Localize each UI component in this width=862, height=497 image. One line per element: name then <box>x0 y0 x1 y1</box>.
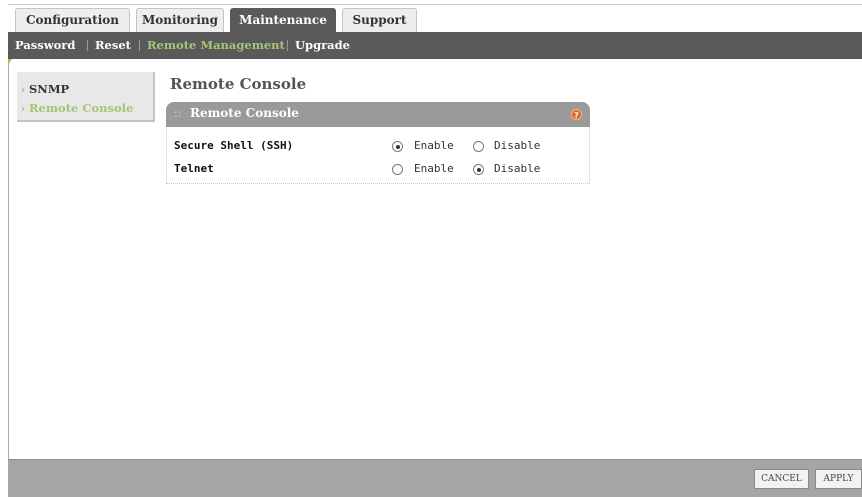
tab-monitoring[interactable]: Monitoring <box>136 8 224 32</box>
side-menu-item-snmp[interactable]: › SNMP <box>21 82 69 96</box>
sub-navigation: Password Reset Remote Management Upgrade <box>8 32 862 59</box>
chevron-right-icon: › <box>21 104 25 115</box>
ssh-disable-radio[interactable] <box>473 141 484 152</box>
telnet-disable-radio[interactable] <box>473 164 484 175</box>
subnav-separator <box>87 40 88 51</box>
apply-button[interactable]: APPLY <box>815 469 862 489</box>
telnet-label: Telnet <box>174 162 214 175</box>
content-frame-border <box>8 59 9 459</box>
ssh-label: Secure Shell (SSH) <box>174 139 294 152</box>
chevron-right-icon: › <box>21 85 25 96</box>
frame-corner-mark <box>8 59 12 65</box>
subnav-separator <box>287 40 288 51</box>
grip-icon: :: <box>174 107 182 120</box>
main-tab-bar: Configuration Monitoring Maintenance Sup… <box>0 0 862 32</box>
subnav-remote-management[interactable]: Remote Management <box>147 32 285 59</box>
footer-bar <box>8 459 862 497</box>
tab-bar-top-line <box>8 4 862 5</box>
subnav-upgrade[interactable]: Upgrade <box>295 32 350 59</box>
side-menu-label: SNMP <box>29 82 70 96</box>
panel-title: Remote Console <box>190 106 299 120</box>
tab-configuration[interactable]: Configuration <box>15 8 130 32</box>
tab-support[interactable]: Support <box>342 8 417 32</box>
subnav-reset[interactable]: Reset <box>95 32 131 59</box>
ssh-enable-label[interactable]: Enable <box>414 139 454 152</box>
subnav-separator <box>139 40 140 51</box>
panel-header: :: Remote Console ? <box>166 102 590 127</box>
page-title: Remote Console <box>170 75 307 93</box>
ssh-enable-radio[interactable] <box>392 141 403 152</box>
telnet-disable-label[interactable]: Disable <box>494 162 540 175</box>
side-menu: › SNMP › Remote Console <box>17 72 155 122</box>
help-icon[interactable]: ? <box>571 109 582 120</box>
telnet-enable-label[interactable]: Enable <box>414 162 454 175</box>
cancel-button[interactable]: CANCEL <box>754 469 809 489</box>
side-menu-label: Remote Console <box>29 101 134 115</box>
side-menu-item-remote-console[interactable]: › Remote Console <box>21 101 133 115</box>
telnet-enable-radio[interactable] <box>392 164 403 175</box>
ssh-disable-label[interactable]: Disable <box>494 139 540 152</box>
subnav-password[interactable]: Password <box>15 32 75 59</box>
tab-maintenance[interactable]: Maintenance <box>230 8 336 32</box>
